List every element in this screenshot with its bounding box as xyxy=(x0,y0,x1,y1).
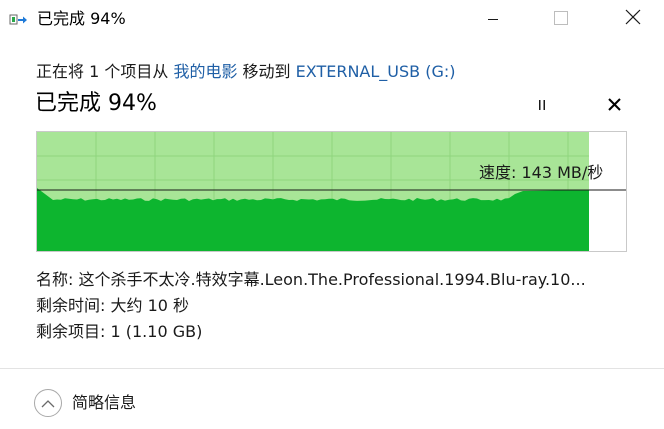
cancel-icon xyxy=(607,96,621,115)
pause-icon xyxy=(536,96,548,115)
chevron-up-icon xyxy=(41,394,55,413)
pause-button[interactable] xyxy=(529,93,555,117)
name-label: 名称: xyxy=(36,270,79,289)
speed-graph-canvas xyxy=(37,132,626,251)
minimize-icon xyxy=(487,10,499,29)
maximize-icon xyxy=(554,10,568,29)
file-transfer-dialog: 已完成 94% 正在将 1 个项目从 我的电影 移动到 EXTERNAL_USB… xyxy=(0,0,664,429)
description-middle: 移动到 xyxy=(237,62,296,81)
transfer-description: 正在将 1 个项目从 我的电影 移动到 EXTERNAL_USB (G:) xyxy=(36,61,455,83)
time-value: 大约 10 秒 xyxy=(110,296,190,315)
speed-label: 速度: 143 MB/秒 xyxy=(479,163,604,182)
close-icon xyxy=(625,9,641,29)
progress-title: 已完成 94% xyxy=(35,91,157,116)
name-value: 这个杀手不太冷.特效字幕.Leon.The.Professional.1994.… xyxy=(78,270,586,289)
close-button[interactable] xyxy=(610,0,656,38)
speed-graph xyxy=(36,131,627,252)
description-prefix: 正在将 1 个项目从 xyxy=(36,62,174,81)
cancel-button[interactable] xyxy=(601,93,627,117)
file-copy-icon xyxy=(9,12,31,26)
items-label: 剩余项目: xyxy=(36,322,111,341)
items-value: 1 (1.10 GB) xyxy=(110,322,203,341)
maximize-button[interactable] xyxy=(538,0,584,38)
window-title: 已完成 94% xyxy=(37,9,126,28)
collapse-details-label[interactable]: 简略信息 xyxy=(72,392,136,414)
detail-items-remaining: 剩余项目: 1 (1.10 GB) xyxy=(36,321,202,343)
detail-name: 名称: 这个杀手不太冷.特效字幕.Leon.The.Professional.1… xyxy=(36,269,628,291)
title-bar: 已完成 94% xyxy=(0,0,664,38)
destination-folder-link[interactable]: EXTERNAL_USB (G:) xyxy=(296,62,456,81)
detail-time-remaining: 剩余时间: 大约 10 秒 xyxy=(36,295,189,317)
time-label: 剩余时间: xyxy=(36,296,111,315)
collapse-details-button[interactable] xyxy=(34,389,62,417)
minimize-button[interactable] xyxy=(470,0,516,38)
source-folder-link[interactable]: 我的电影 xyxy=(173,62,237,81)
dialog-footer: 简略信息 xyxy=(0,368,664,429)
